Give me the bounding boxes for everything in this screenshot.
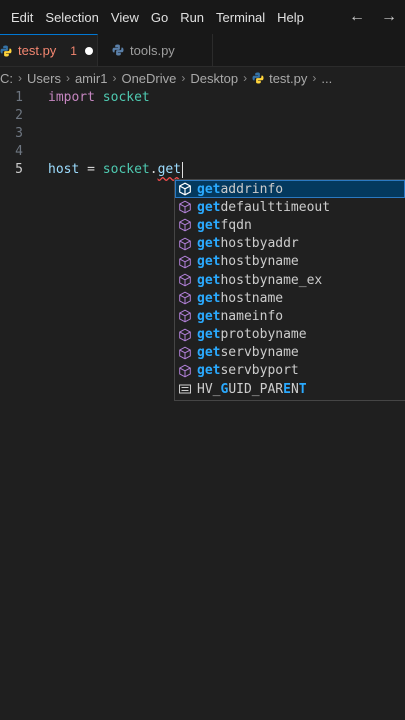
breadcrumb-file[interactable]: test.py xyxy=(269,71,307,86)
suggestion-item[interactable]: gethostbyname xyxy=(175,253,405,271)
dot-operator: . xyxy=(149,162,158,177)
tab-label: tools.py xyxy=(130,42,175,58)
suggestion-item[interactable]: getservbyname xyxy=(175,344,405,362)
breadcrumb-symbols[interactable]: ... xyxy=(321,71,332,86)
method-cube-icon xyxy=(179,237,191,251)
code-line: 3 xyxy=(0,125,405,143)
suggestion-label: getprotobyname xyxy=(197,327,307,343)
suggestion-item-selected[interactable]: getaddrinfo xyxy=(175,180,405,199)
suggestion-label: getdefaulttimeout xyxy=(197,199,331,215)
breadcrumb-desktop[interactable]: Desktop xyxy=(190,71,238,86)
suggestion-item[interactable]: gethostname xyxy=(175,289,405,307)
code-line: 4 xyxy=(0,143,405,161)
tab-label: test.py xyxy=(18,43,57,58)
python-file-icon xyxy=(112,44,124,56)
suggestion-item[interactable]: gethostbyaddr xyxy=(175,235,405,253)
suggestion-item[interactable]: getdefaulttimeout xyxy=(175,198,405,216)
unsaved-dot-icon[interactable] xyxy=(84,46,93,55)
method-cube-icon xyxy=(179,291,191,305)
method-cube-icon xyxy=(179,346,191,360)
breadcrumb-users[interactable]: Users xyxy=(27,71,61,86)
suggestion-label: getfqdn xyxy=(197,217,252,233)
suggestion-item[interactable]: getnameinfo xyxy=(175,307,405,325)
method-cube-icon xyxy=(179,182,191,196)
menu-go[interactable]: Go xyxy=(145,10,174,25)
code-line: 1 import socket xyxy=(0,89,405,107)
text-cursor xyxy=(182,161,184,178)
suggestion-item[interactable]: getfqdn xyxy=(175,216,405,234)
suggestion-label: HV_GUID_PARENT xyxy=(197,381,307,397)
method-cube-icon xyxy=(179,200,191,214)
method-cube-icon xyxy=(179,364,191,378)
problems-count-badge: 1 xyxy=(70,43,77,58)
variable-host: host xyxy=(48,162,80,177)
autocomplete-suggestions: getaddrinfo getdefaulttimeout getfqdn getho… xyxy=(174,179,405,401)
suggestion-item[interactable]: gethostbyname_ex xyxy=(175,271,405,289)
module-reference: socket xyxy=(102,162,150,177)
method-cube-icon xyxy=(179,328,191,341)
chevron-right-icon: › xyxy=(112,71,117,85)
breadcrumb: C: › Users › amir1 › OneDrive › Desktop … xyxy=(0,67,405,89)
editor-tabs: test.py 1 tools.py xyxy=(0,34,405,67)
menu-help[interactable]: Help xyxy=(271,10,310,25)
module-name: socket xyxy=(102,90,150,105)
line-number: 3 xyxy=(15,126,23,141)
menu-bar: Edit Selection View Go Run Terminal Help… xyxy=(0,0,405,34)
back-arrow-icon[interactable]: ← xyxy=(341,8,373,26)
line-number: 1 xyxy=(15,90,23,105)
tab-tools-py[interactable]: tools.py xyxy=(98,34,213,66)
breadcrumb-onedrive[interactable]: OneDrive xyxy=(121,71,176,86)
suggestion-label: gethostname xyxy=(197,290,284,306)
chevron-right-icon: › xyxy=(181,71,186,85)
suggestion-label: gethostbyname_ex xyxy=(197,272,323,288)
chevron-right-icon: › xyxy=(312,71,317,85)
chevron-right-icon: › xyxy=(243,71,248,85)
suggestion-item[interactable]: HV_GUID_PARENT xyxy=(175,380,405,398)
suggestion-item[interactable]: getprotobyname xyxy=(175,326,405,344)
menu-edit[interactable]: Edit xyxy=(0,10,39,25)
chevron-right-icon: › xyxy=(18,71,22,85)
menu-run[interactable]: Run xyxy=(174,10,210,25)
line-number: 2 xyxy=(15,108,23,123)
suggestion-label: gethostbyaddr xyxy=(197,236,299,252)
suggestion-label: gethostbyname xyxy=(197,254,299,270)
suggestion-label: getaddrinfo xyxy=(197,181,284,197)
breadcrumb-user[interactable]: amir1 xyxy=(75,71,108,86)
menu-selection[interactable]: Selection xyxy=(39,10,104,25)
chevron-right-icon: › xyxy=(65,71,70,85)
method-cube-icon xyxy=(179,310,191,323)
python-file-icon xyxy=(0,45,12,56)
code-line-current: 5 host = socket.get xyxy=(0,161,405,179)
suggestion-label: getnameinfo xyxy=(197,308,284,324)
breadcrumb-drive[interactable]: C: xyxy=(0,71,13,86)
method-cube-icon xyxy=(179,273,191,287)
suggestion-item[interactable]: getservbyport xyxy=(175,362,405,380)
menu-view[interactable]: View xyxy=(105,10,145,25)
python-file-icon xyxy=(252,72,264,84)
method-cube-icon xyxy=(179,219,191,232)
assign-operator: = xyxy=(79,162,103,177)
method-cube-icon xyxy=(179,255,191,269)
tab-test-py[interactable]: test.py 1 xyxy=(0,34,98,66)
line-number: 5 xyxy=(15,162,23,177)
menu-terminal[interactable]: Terminal xyxy=(210,10,271,25)
line-number: 4 xyxy=(15,144,23,159)
typed-attribute: get xyxy=(157,162,182,177)
forward-arrow-icon[interactable]: → xyxy=(373,8,405,26)
keyword-import: import xyxy=(48,90,95,105)
suggestion-label: getservbyname xyxy=(197,345,299,361)
code-line: 2 xyxy=(0,107,405,125)
navigation-arrows: ← → xyxy=(341,0,405,34)
constant-icon xyxy=(179,384,191,394)
suggestion-label: getservbyport xyxy=(197,363,299,379)
